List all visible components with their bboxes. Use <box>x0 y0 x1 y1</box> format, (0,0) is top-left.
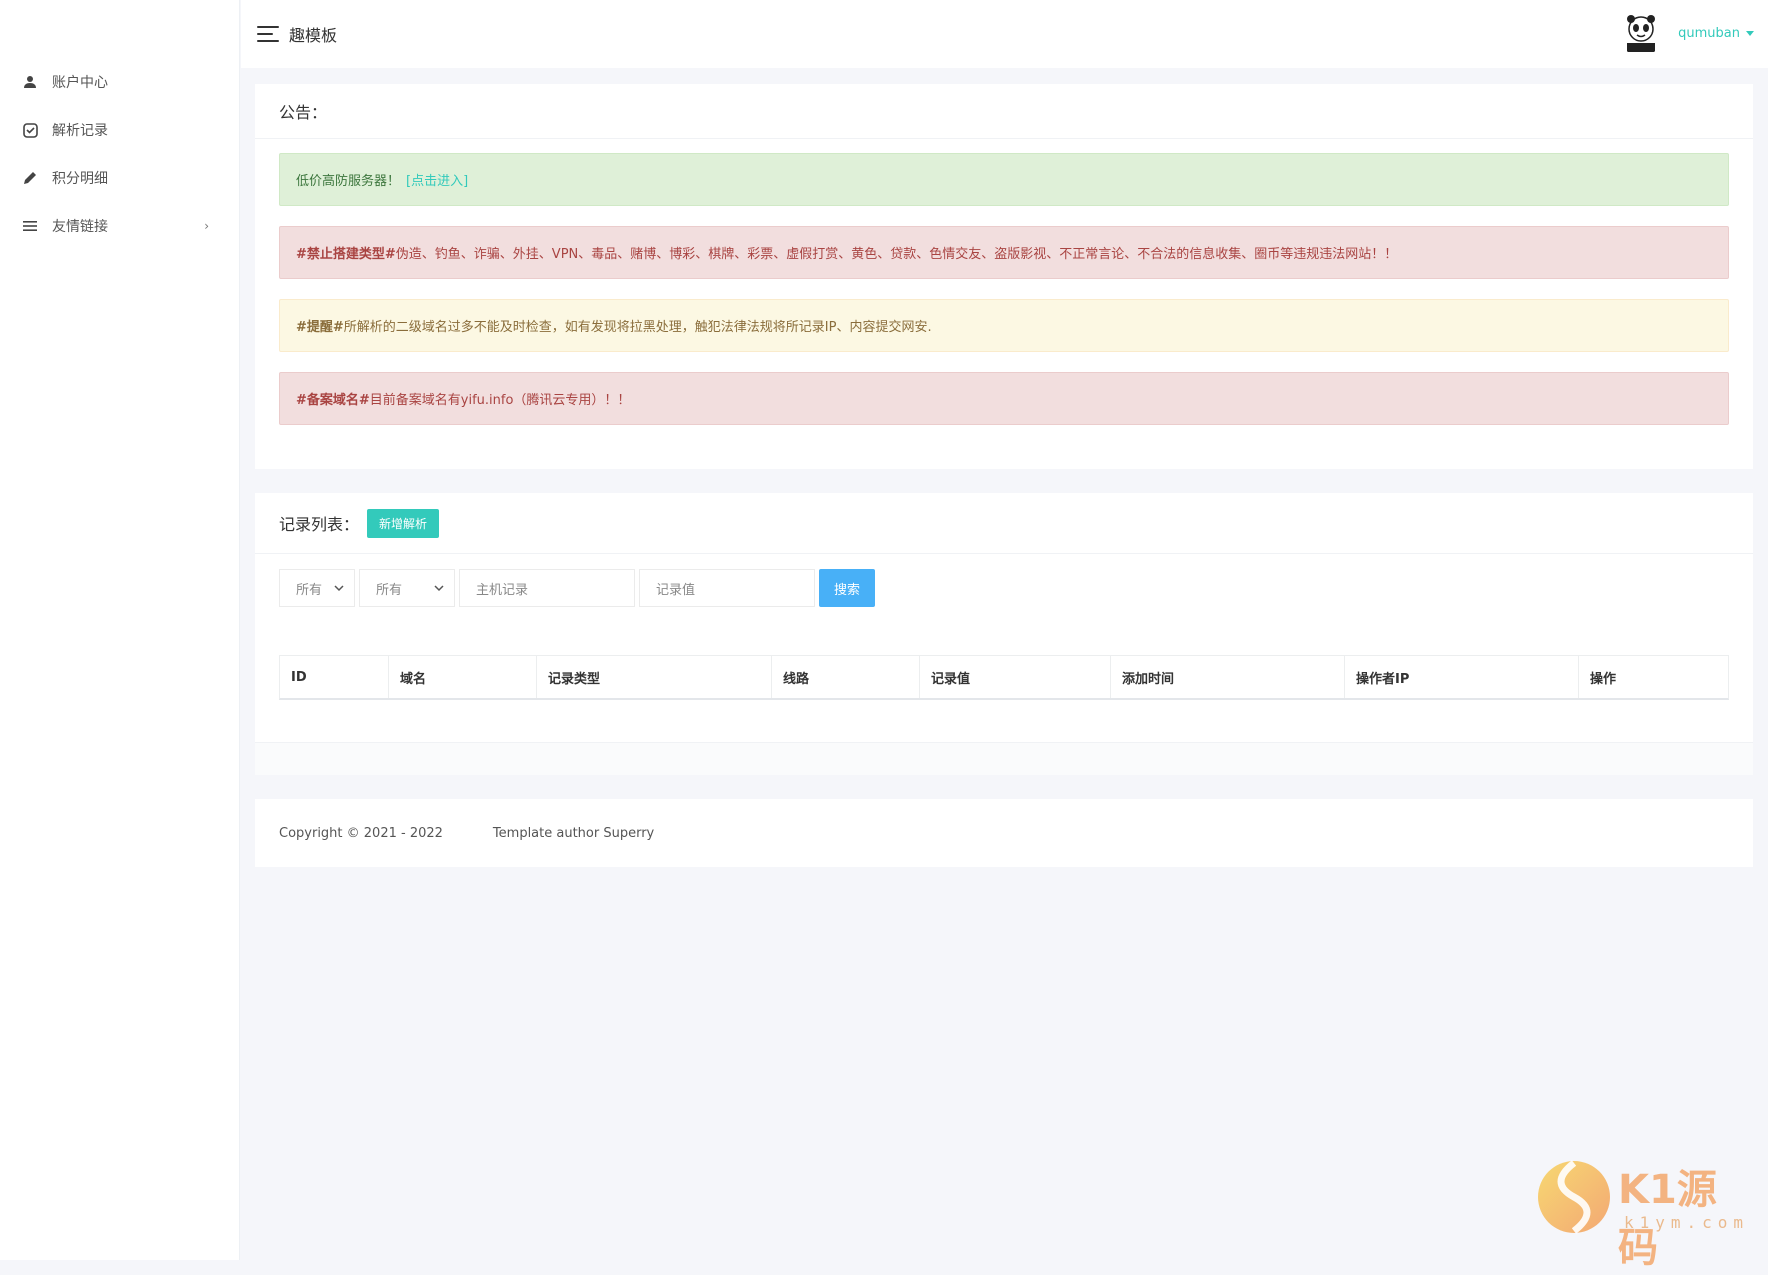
notice-text: 目前备案域名有yifu.info（腾讯云专用）！！ <box>369 393 631 408</box>
username-label: qumuban <box>1678 25 1740 41</box>
domain-select-value: 所有 <box>296 582 323 598</box>
type-select-value: 所有 <box>376 582 403 598</box>
notice-registered-domains: #备案域名# 目前备案域名有yifu.info（腾讯云专用）！！ <box>279 372 1729 425</box>
user-icon <box>22 74 38 90</box>
type-select[interactable]: 所有 <box>359 569 455 607</box>
sidebar-item-label: 解析记录 <box>52 123 108 139</box>
col-id: ID <box>280 656 389 698</box>
sidebar-item-links[interactable]: 友情链接 › <box>0 202 239 250</box>
records-title: 记录列表： <box>279 515 360 534</box>
sidebar-item-label: 友情链接 <box>52 219 108 235</box>
notice-text: 所解析的二级域名过多不能及时检查，如有发现将拉黑处理，触犯法律法规将所记录IP、… <box>343 320 932 335</box>
username-dropdown[interactable]: qumuban <box>1678 26 1754 41</box>
user-menu[interactable]: qumuban <box>1618 10 1754 56</box>
avatar[interactable] <box>1618 10 1665 56</box>
notice-server-ad: 低价高防服务器！ [点击进入] <box>279 153 1729 206</box>
search-button[interactable]: 搜索 <box>819 569 875 607</box>
pencil-icon <box>22 170 38 186</box>
host-record-input[interactable]: 主机记录 <box>459 569 635 607</box>
caret-down-icon <box>1746 30 1754 36</box>
sidebar-item-label: 账户中心 <box>52 75 108 91</box>
col-line: 线路 <box>772 656 920 698</box>
notice-text: 低价高防服务器！ <box>296 174 401 189</box>
col-action: 操作 <box>1590 671 1617 687</box>
brand-title: 趣模板 <box>289 26 338 45</box>
notice-text: 伪造、钓鱼、诈骗、外挂、VPN、毒品、赌博、博彩、棋牌、彩票、虚假打赏、黄色、贷… <box>395 247 1398 262</box>
sidebar-nav: 账户中心 解析记录 积分明细 友情链接 › <box>0 0 239 250</box>
copyright-text: Copyright © 2021 - 2022 <box>279 825 443 841</box>
record-value-placeholder: 记录值 <box>656 582 696 598</box>
list-icon <box>22 218 38 234</box>
notice-title: 公告： <box>255 84 1753 139</box>
page-footer: Copyright © 2021 - 2022 Template author … <box>255 799 1753 867</box>
host-record-placeholder: 主机记录 <box>476 582 529 598</box>
table-header-row: ID 域名 记录类型 线路 记录值 添加时间 操作者IP 操作 <box>280 656 1728 698</box>
record-value-input[interactable]: 记录值 <box>639 569 815 607</box>
add-record-button[interactable]: 新增解析 <box>367 508 440 538</box>
records-card: 记录列表： 新增解析 所有 所有 主机记录 记录值 搜索 ID 域名 记录类型 … <box>255 493 1753 775</box>
chevron-right-icon: › <box>204 219 209 233</box>
sidebar-item-records[interactable]: 解析记录 <box>0 106 239 154</box>
records-footer <box>255 742 1753 775</box>
chevron-down-icon <box>334 585 344 592</box>
sidebar-item-account[interactable]: 账户中心 <box>0 58 239 106</box>
template-author-text: Template author Superry <box>492 825 655 841</box>
col-added-time: 添加时间 <box>1111 656 1345 698</box>
col-record-type: 记录类型 <box>537 656 772 698</box>
notice-reminder: #提醒# 所解析的二级域名过多不能及时检查，如有发现将拉黑处理，触犯法律法规将所… <box>279 299 1729 352</box>
sidebar-item-label: 积分明细 <box>52 171 108 187</box>
notice-enter-link[interactable]: [点击进入] <box>406 170 468 189</box>
notice-card: 公告： 低价高防服务器！ [点击进入] #禁止搭建类型# 伪造、钓鱼、诈骗、外挂… <box>255 84 1753 469</box>
watermark-url: k1ym.com <box>1624 1213 1750 1232</box>
sidebar: 账户中心 解析记录 积分明细 友情链接 › <box>0 0 240 1260</box>
filter-row: 所有 所有 主机记录 记录值 搜索 <box>279 569 875 607</box>
sidebar-item-points[interactable]: 积分明细 <box>0 154 239 202</box>
menu-toggle-icon[interactable] <box>257 26 279 42</box>
notice-tag: #备案域名# <box>296 393 370 408</box>
col-operator-ip: 操作者IP <box>1345 656 1579 698</box>
records-header: 记录列表： 新增解析 <box>255 493 1753 554</box>
notice-forbidden-types: #禁止搭建类型# 伪造、钓鱼、诈骗、外挂、VPN、毒品、赌博、博彩、棋牌、彩票、… <box>279 226 1729 279</box>
chevron-down-icon <box>434 585 444 592</box>
notice-tag: #禁止搭建类型# <box>296 247 396 262</box>
notice-tag: #提醒# <box>296 320 344 335</box>
record-icon <box>22 122 38 138</box>
watermark-logo: K1源码 k1ym.com <box>1534 1149 1744 1271</box>
col-record-value: 记录值 <box>920 656 1111 698</box>
top-header: 趣模板 qumuban <box>241 0 1768 68</box>
domain-select[interactable]: 所有 <box>279 569 355 607</box>
col-domain: 域名 <box>389 656 537 698</box>
records-table: ID 域名 记录类型 线路 记录值 添加时间 操作者IP 操作 <box>279 655 1729 700</box>
